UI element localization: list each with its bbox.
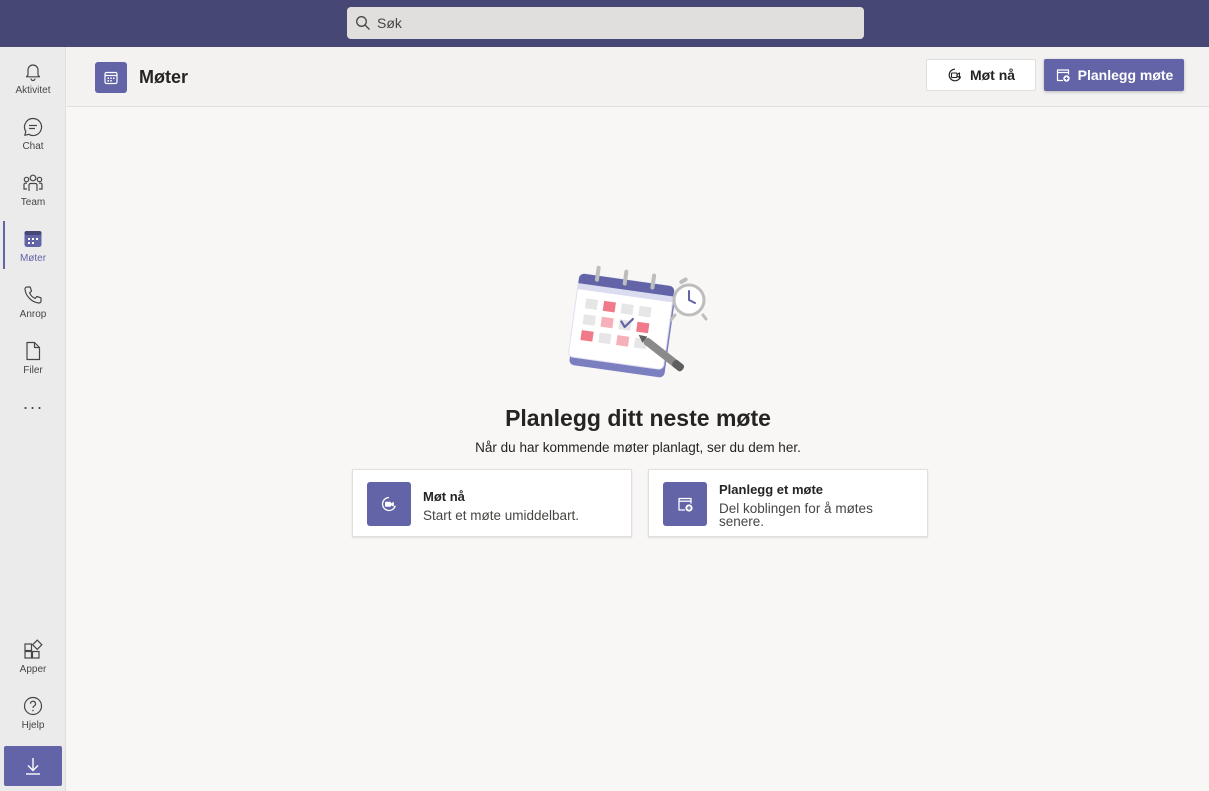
- rail-item-calls[interactable]: Anrop: [0, 276, 66, 328]
- rail-item-activity[interactable]: Aktivitet: [0, 52, 66, 104]
- empty-state-subtitle: Når du har kommende møter planlagt, ser …: [475, 440, 801, 455]
- schedule-meeting-card[interactable]: Planlegg et møte Del koblingen for å møt…: [648, 469, 928, 537]
- team-icon: [22, 172, 44, 194]
- page-header: Møter Møt nå Planlegg møte: [67, 47, 1209, 107]
- rail-item-label: Team: [20, 197, 46, 208]
- video-camera-icon: [947, 67, 970, 83]
- rail-item-label: Chat: [22, 141, 44, 152]
- rail-item-label: Møter: [19, 253, 47, 264]
- app-bar: Aktivitet Chat Team Møter Anrop Filer ··…: [0, 47, 66, 791]
- download-app-button[interactable]: [4, 746, 62, 786]
- title-bar: Søk: [0, 0, 1209, 47]
- meetings-calendar-icon: [95, 62, 127, 93]
- apps-icon: [22, 639, 44, 661]
- card-title: Planlegg et møte: [719, 482, 824, 497]
- rail-item-label: Apper: [19, 664, 47, 675]
- card-description: Start et møte umiddelbart.: [423, 508, 580, 523]
- chat-icon: [22, 116, 44, 138]
- meet-now-label: Møt nå: [969, 67, 1016, 83]
- calendar-add-icon: [1055, 67, 1078, 83]
- schedule-meeting-button[interactable]: Planlegg møte: [1044, 59, 1184, 91]
- search-box[interactable]: Søk: [347, 7, 864, 39]
- page-title: Møter: [139, 67, 188, 87]
- phone-icon: [22, 284, 44, 306]
- rail-item-apps[interactable]: Apper: [0, 631, 66, 683]
- help-icon: [22, 695, 44, 717]
- empty-state-title: Planlegg ditt neste møte: [505, 405, 771, 431]
- rail-item-label: Anrop: [19, 309, 47, 320]
- rail-item-chat[interactable]: Chat: [0, 108, 66, 160]
- meetings-main: Planlegg ditt neste møte Når du har komm…: [67, 107, 1209, 791]
- card-description: Del koblingen for å møtes senere.: [719, 501, 873, 529]
- rail-item-label: Hjelp: [21, 720, 45, 731]
- rail-item-label: Aktivitet: [15, 85, 51, 96]
- rail-item-label: Filer: [23, 365, 43, 376]
- calendar-add-icon: [663, 482, 707, 526]
- more-apps-icon[interactable]: ···: [0, 398, 66, 423]
- rail-item-files[interactable]: Filer: [0, 332, 66, 384]
- meet-now-button[interactable]: Møt nå: [926, 59, 1036, 91]
- rail-item-help[interactable]: Hjelp: [0, 687, 66, 739]
- bell-icon: [22, 60, 44, 82]
- rail-item-team[interactable]: Team: [0, 164, 66, 216]
- video-camera-icon: [367, 482, 411, 526]
- search-placeholder: Søk: [377, 15, 402, 31]
- download-icon: [22, 755, 44, 777]
- rail-item-meetings[interactable]: Møter: [0, 220, 66, 272]
- calendar-icon: [22, 228, 44, 250]
- calendar-illustration: [567, 265, 712, 383]
- file-icon: [22, 340, 44, 362]
- meet-now-card[interactable]: Møt nå Start et møte umiddelbart.: [352, 469, 632, 537]
- schedule-meeting-label: Planlegg møte: [1077, 67, 1174, 83]
- search-icon: [355, 15, 371, 31]
- card-title: Møt nå: [423, 489, 465, 504]
